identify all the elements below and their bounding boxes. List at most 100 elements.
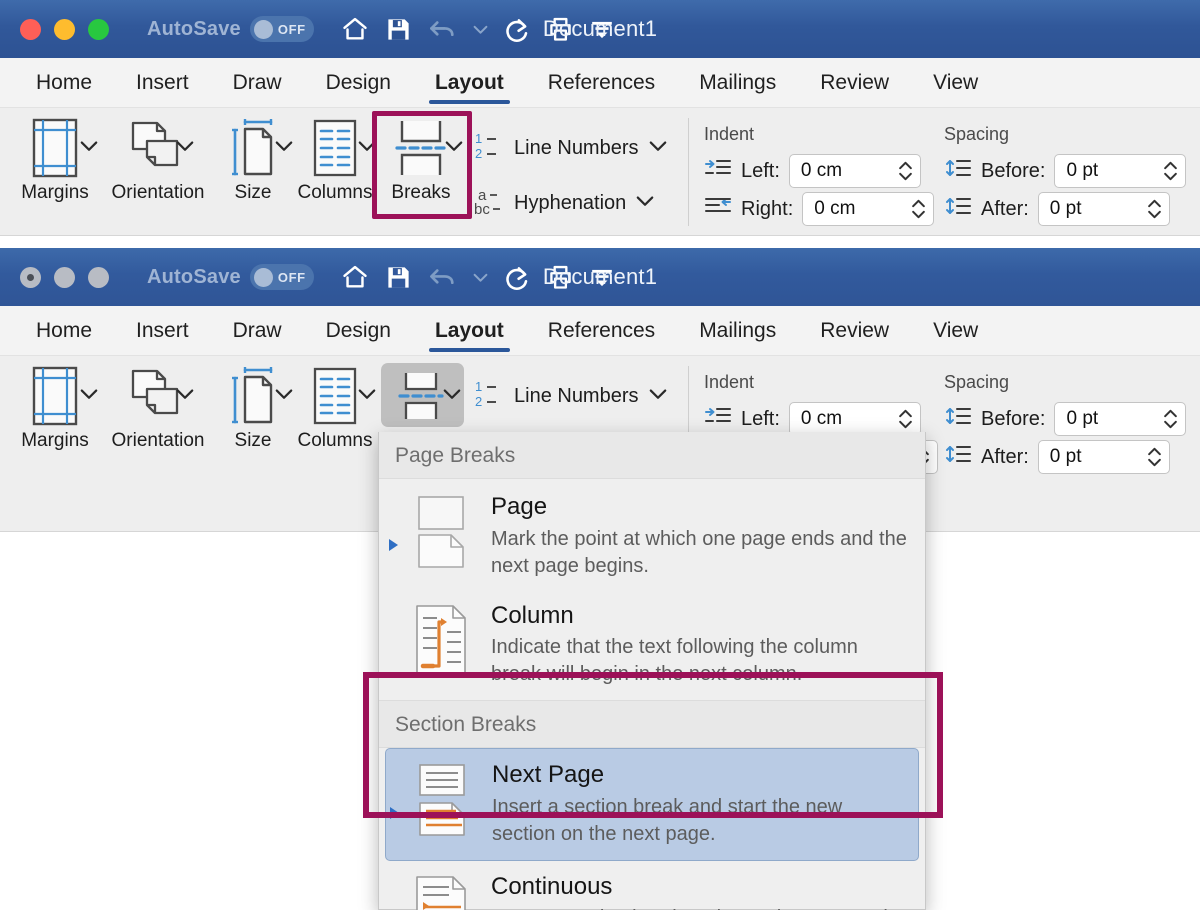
tab-references[interactable]: References <box>526 306 677 356</box>
undo-icon[interactable] <box>427 15 458 43</box>
maximize-button[interactable] <box>88 19 109 40</box>
window2-quick-access-toolbar[interactable] <box>340 263 614 291</box>
tab-design[interactable]: Design <box>304 58 413 108</box>
columns-button[interactable]: Columns <box>292 360 378 452</box>
spacing-after-field-row[interactable]: After: 0 pt <box>944 192 1170 226</box>
tab-insert[interactable]: Insert <box>114 58 211 108</box>
redo-icon[interactable] <box>503 15 531 43</box>
margins-button[interactable]: Margins <box>12 112 98 204</box>
tab-insert[interactable]: Insert <box>114 306 211 356</box>
customize-toolbar-icon[interactable] <box>590 266 614 288</box>
spacing-before-field-row[interactable]: Before: 0 pt <box>944 154 1186 188</box>
indent-right-input[interactable]: 0 cm <box>802 192 934 226</box>
menu-item-next-page[interactable]: Next Page Insert a section break and sta… <box>385 748 919 861</box>
indent-left-stepper[interactable] <box>898 408 913 430</box>
autosave-toggle[interactable]: OFF <box>250 16 314 42</box>
indent-left-input[interactable]: 0 cm <box>789 402 921 436</box>
print-icon[interactable] <box>546 263 575 291</box>
line-numbers-button[interactable]: 1 2 Line Numbers <box>474 130 667 167</box>
orientation-button[interactable]: Orientation <box>104 360 212 452</box>
menu-item-column[interactable]: Column Indicate that the text following … <box>379 592 925 701</box>
tab-home[interactable]: Home <box>14 306 114 356</box>
home-icon[interactable] <box>340 15 370 43</box>
size-button[interactable]: Size <box>210 360 296 452</box>
indent-left-input[interactable]: 0 cm <box>789 154 921 188</box>
autosave-toggle[interactable]: OFF <box>250 264 314 290</box>
redo-icon[interactable] <box>503 263 531 291</box>
tab-layout[interactable]: Layout <box>413 306 526 356</box>
window1-autosave-control[interactable]: AutoSave OFF <box>147 16 314 42</box>
tab-references[interactable]: References <box>526 58 677 108</box>
size-chevron-down-icon[interactable] <box>275 140 293 153</box>
tab-review[interactable]: Review <box>798 306 911 356</box>
columns-button[interactable]: Columns <box>292 112 378 204</box>
spacing-before-input[interactable]: 0 pt <box>1054 154 1186 188</box>
indent-left-field-row[interactable]: Left: 0 cm <box>704 402 921 436</box>
orientation-chevron-down-icon[interactable] <box>176 140 194 153</box>
spacing-before-field-row[interactable]: Before: 0 pt <box>944 402 1186 436</box>
size-button[interactable]: Size <box>210 112 296 204</box>
spacing-before-input[interactable]: 0 pt <box>1054 402 1186 436</box>
orientation-button[interactable]: Orientation <box>104 112 212 204</box>
window2-traffic-lights[interactable] <box>20 267 109 288</box>
menu-item-continuous[interactable]: Continuous Insert a section break and st… <box>379 861 925 910</box>
spacing-after-stepper[interactable] <box>1147 198 1162 220</box>
close-button[interactable] <box>20 267 41 288</box>
minimize-button[interactable] <box>54 19 75 40</box>
customize-toolbar-icon[interactable] <box>590 18 614 40</box>
tab-view[interactable]: View <box>911 306 1000 356</box>
undo-dropdown-icon[interactable] <box>473 24 488 35</box>
window2-autosave-control[interactable]: AutoSave OFF <box>147 264 314 290</box>
hyphenation-button[interactable]: a bc Hyphenation <box>474 185 654 222</box>
spacing-before-stepper[interactable] <box>1163 160 1178 182</box>
spacing-before-stepper[interactable] <box>1163 408 1178 430</box>
tab-draw[interactable]: Draw <box>211 58 304 108</box>
save-icon[interactable] <box>385 16 412 43</box>
window1-ribbon-tabs[interactable]: Home Insert Draw Design Layout Reference… <box>0 58 1200 108</box>
spacing-after-input[interactable]: 0 pt <box>1038 440 1170 474</box>
window2-ribbon-tabs[interactable]: Home Insert Draw Design Layout Reference… <box>0 306 1200 356</box>
tab-review[interactable]: Review <box>798 58 911 108</box>
tab-home[interactable]: Home <box>14 58 114 108</box>
home-icon[interactable] <box>340 263 370 291</box>
spacing-before-icon <box>944 405 972 434</box>
breaks-chevron-down-icon[interactable] <box>443 388 461 401</box>
print-icon[interactable] <box>546 15 575 43</box>
margins-chevron-down-icon[interactable] <box>80 388 98 401</box>
tab-mailings[interactable]: Mailings <box>677 58 798 108</box>
indent-right-field-row[interactable]: Right: 0 cm <box>704 192 934 226</box>
window1-traffic-lights[interactable] <box>20 19 109 40</box>
tab-layout[interactable]: Layout <box>413 58 526 108</box>
indent-left-field-row[interactable]: Left: 0 cm <box>704 154 921 188</box>
indent-left-value: 0 cm <box>801 160 842 182</box>
undo-dropdown-icon[interactable] <box>473 272 488 283</box>
window1-quick-access-toolbar[interactable] <box>340 15 614 43</box>
svg-text:bc: bc <box>474 201 490 217</box>
line-numbers-button[interactable]: 1 2 Line Numbers <box>474 378 667 415</box>
indent-left-stepper[interactable] <box>898 160 913 182</box>
line-numbers-chevron-down-icon[interactable] <box>649 140 667 158</box>
margins-button[interactable]: Margins <box>12 360 98 452</box>
spacing-after-stepper[interactable] <box>1147 446 1162 468</box>
orientation-chevron-down-icon[interactable] <box>176 388 194 401</box>
menu-item-next-page-text: Next Page Insert a section break and sta… <box>480 761 904 848</box>
margins-chevron-down-icon[interactable] <box>80 140 98 153</box>
hyphenation-chevron-down-icon[interactable] <box>636 195 654 213</box>
line-numbers-chevron-down-icon[interactable] <box>649 388 667 406</box>
tab-view[interactable]: View <box>911 58 1000 108</box>
maximize-button[interactable] <box>88 267 109 288</box>
close-button[interactable] <box>20 19 41 40</box>
columns-chevron-down-icon[interactable] <box>358 388 376 401</box>
tab-mailings[interactable]: Mailings <box>677 306 798 356</box>
breaks-dropdown-menu[interactable]: Page Breaks Page Mark the point at which… <box>378 432 926 910</box>
indent-right-stepper[interactable] <box>911 198 926 220</box>
menu-item-page[interactable]: Page Mark the point at which one page en… <box>379 479 925 592</box>
tab-design[interactable]: Design <box>304 306 413 356</box>
undo-icon[interactable] <box>427 263 458 291</box>
size-chevron-down-icon[interactable] <box>275 388 293 401</box>
minimize-button[interactable] <box>54 267 75 288</box>
save-icon[interactable] <box>385 264 412 291</box>
spacing-after-input[interactable]: 0 pt <box>1038 192 1170 226</box>
spacing-after-field-row[interactable]: After: 0 pt <box>944 440 1170 474</box>
tab-draw[interactable]: Draw <box>211 306 304 356</box>
